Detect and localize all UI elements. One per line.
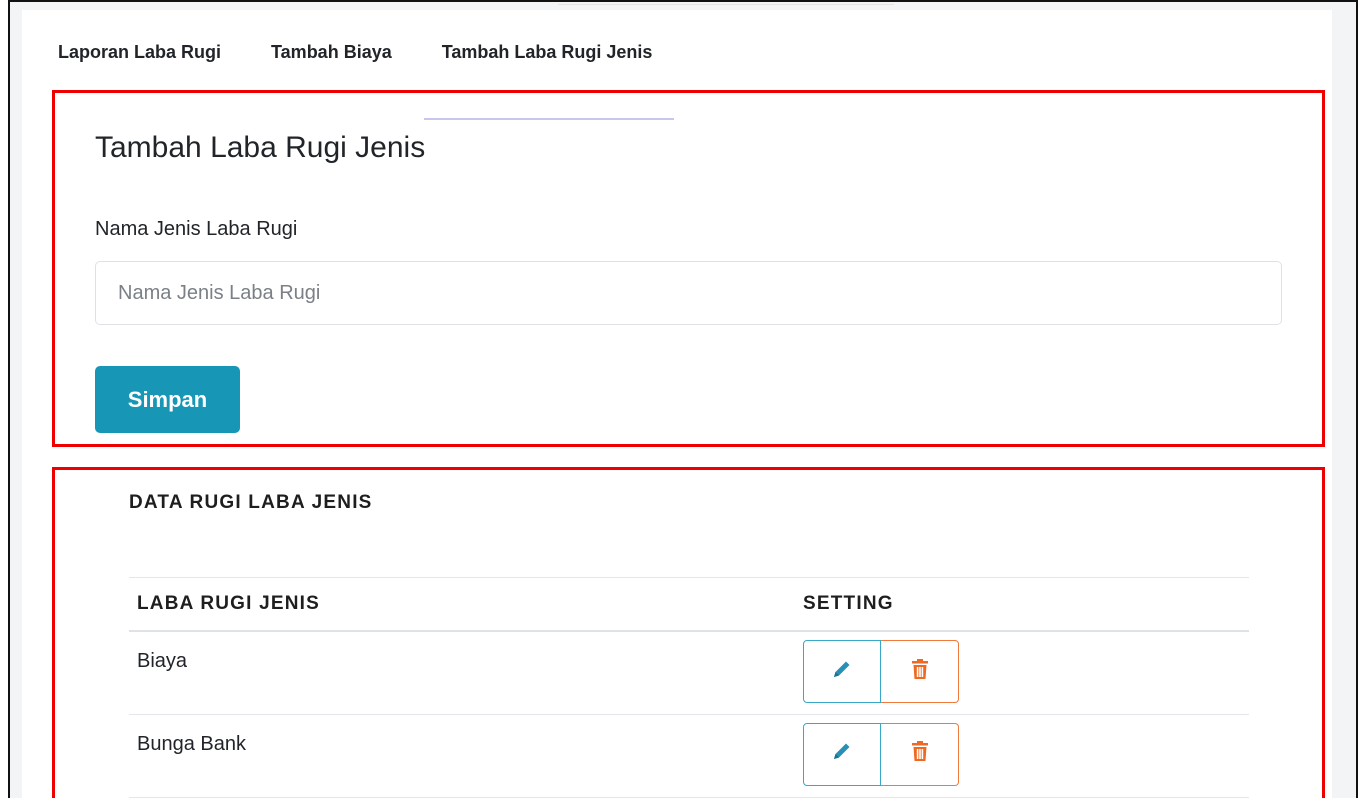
row-actions — [795, 631, 1249, 715]
tab-laporan-laba-rugi[interactable]: Laporan Laba Rugi — [58, 30, 221, 90]
column-header-setting: SETTING — [795, 577, 1249, 632]
delete-button[interactable] — [881, 722, 959, 786]
pencil-icon — [831, 658, 853, 686]
table-row: Biaya — [129, 631, 1249, 715]
nama-jenis-input[interactable] — [95, 261, 1282, 325]
action-button-group — [803, 722, 959, 786]
save-button[interactable]: Simpan — [95, 366, 240, 433]
top-divider — [558, 4, 894, 5]
row-name: Biaya — [129, 631, 795, 715]
trash-icon — [910, 658, 930, 686]
column-header-jenis: LABA RUGI JENIS — [129, 577, 795, 632]
table-header-row: LABA RUGI JENIS SETTING — [129, 577, 1249, 632]
edit-button[interactable] — [803, 722, 881, 786]
trash-icon — [910, 740, 930, 768]
tab-bar: Laporan Laba Rugi Tambah Biaya Tambah La… — [58, 30, 702, 120]
table-row: Bunga Bank — [129, 714, 1249, 798]
row-actions — [795, 714, 1249, 798]
add-form-section: Tambah Laba Rugi Jenis Nama Jenis Laba R… — [52, 90, 1325, 447]
tab-tambah-biaya[interactable]: Tambah Biaya — [271, 30, 392, 90]
form-title: Tambah Laba Rugi Jenis — [95, 131, 426, 164]
data-table-section: DATA RUGI LABA JENIS LABA RUGI JENIS SET… — [52, 467, 1325, 798]
pencil-icon — [831, 740, 853, 768]
edit-button[interactable] — [803, 640, 881, 703]
tab-tambah-laba-rugi-jenis[interactable]: Tambah Laba Rugi Jenis — [423, 30, 675, 120]
delete-button[interactable] — [881, 640, 959, 703]
data-table: LABA RUGI JENIS SETTING Biaya Bunga Bank — [129, 577, 1249, 798]
table-heading: DATA RUGI LABA JENIS — [129, 492, 373, 513]
row-name: Bunga Bank — [129, 714, 795, 798]
field-label: Nama Jenis Laba Rugi — [95, 218, 298, 240]
action-button-group — [803, 640, 959, 703]
